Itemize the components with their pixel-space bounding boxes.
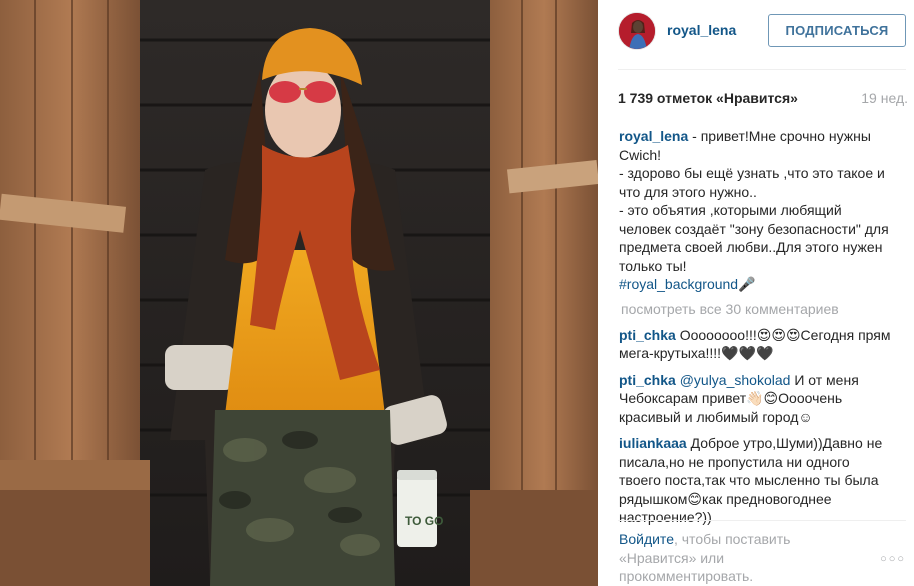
post-timestamp[interactable]: 19 нед. xyxy=(861,90,908,106)
list-item: pti_chka @yulya_shokolad И от меня Чебок… xyxy=(619,371,891,427)
caption-text: - привет!Мне срочно нужны Cwich! - здоро… xyxy=(619,128,889,274)
comments-list: royal_lena - привет!Мне срочно нужны Cwi… xyxy=(619,127,891,535)
post-header: royal_lena ПОДПИСАТЬСЯ xyxy=(598,0,914,64)
hashtag-link[interactable]: #royal_background xyxy=(619,276,738,292)
post-side-panel: royal_lena ПОДПИСАТЬСЯ 1 739 отметок «Нр… xyxy=(598,0,914,586)
list-item: pti_chka Оооооооо!!!😍😍😍Сегодня прям мега… xyxy=(619,326,891,363)
username-link[interactable]: royal_lena xyxy=(667,22,736,38)
view-all-comments-link[interactable]: посмотреть все 30 комментариев xyxy=(621,301,891,317)
mention-link[interactable]: @yulya_shokolad xyxy=(680,372,791,388)
comment-author[interactable]: pti_chka xyxy=(619,327,676,343)
follow-button[interactable]: ПОДПИСАТЬСЯ xyxy=(768,14,906,47)
comment-author[interactable]: iuliankaaa xyxy=(619,435,687,451)
more-dots-icon[interactable]: ○○○ xyxy=(880,553,906,565)
list-item: iuliankaaa Доброе утро,Шуми))Давно не пи… xyxy=(619,434,891,527)
avatar[interactable] xyxy=(618,12,656,50)
login-prompt: Войдите, чтобы поставить «Нравится» или … xyxy=(619,530,849,586)
post-photo[interactable]: TO GO xyxy=(0,0,598,586)
likes-count[interactable]: 1 739 отметок «Нравится» xyxy=(618,90,798,106)
login-link[interactable]: Войдите xyxy=(619,531,674,547)
comment-author[interactable]: pti_chka xyxy=(619,372,676,388)
caption: royal_lena - привет!Мне срочно нужны Cwi… xyxy=(619,127,891,294)
microphone-icon: 🎤 xyxy=(738,276,756,292)
footer-divider xyxy=(618,520,906,521)
likes-row: 1 739 отметок «Нравится» 19 нед. xyxy=(618,90,908,108)
svg-text:TO GO: TO GO xyxy=(405,514,443,528)
header-divider xyxy=(618,69,906,70)
caption-author[interactable]: royal_lena xyxy=(619,128,688,144)
